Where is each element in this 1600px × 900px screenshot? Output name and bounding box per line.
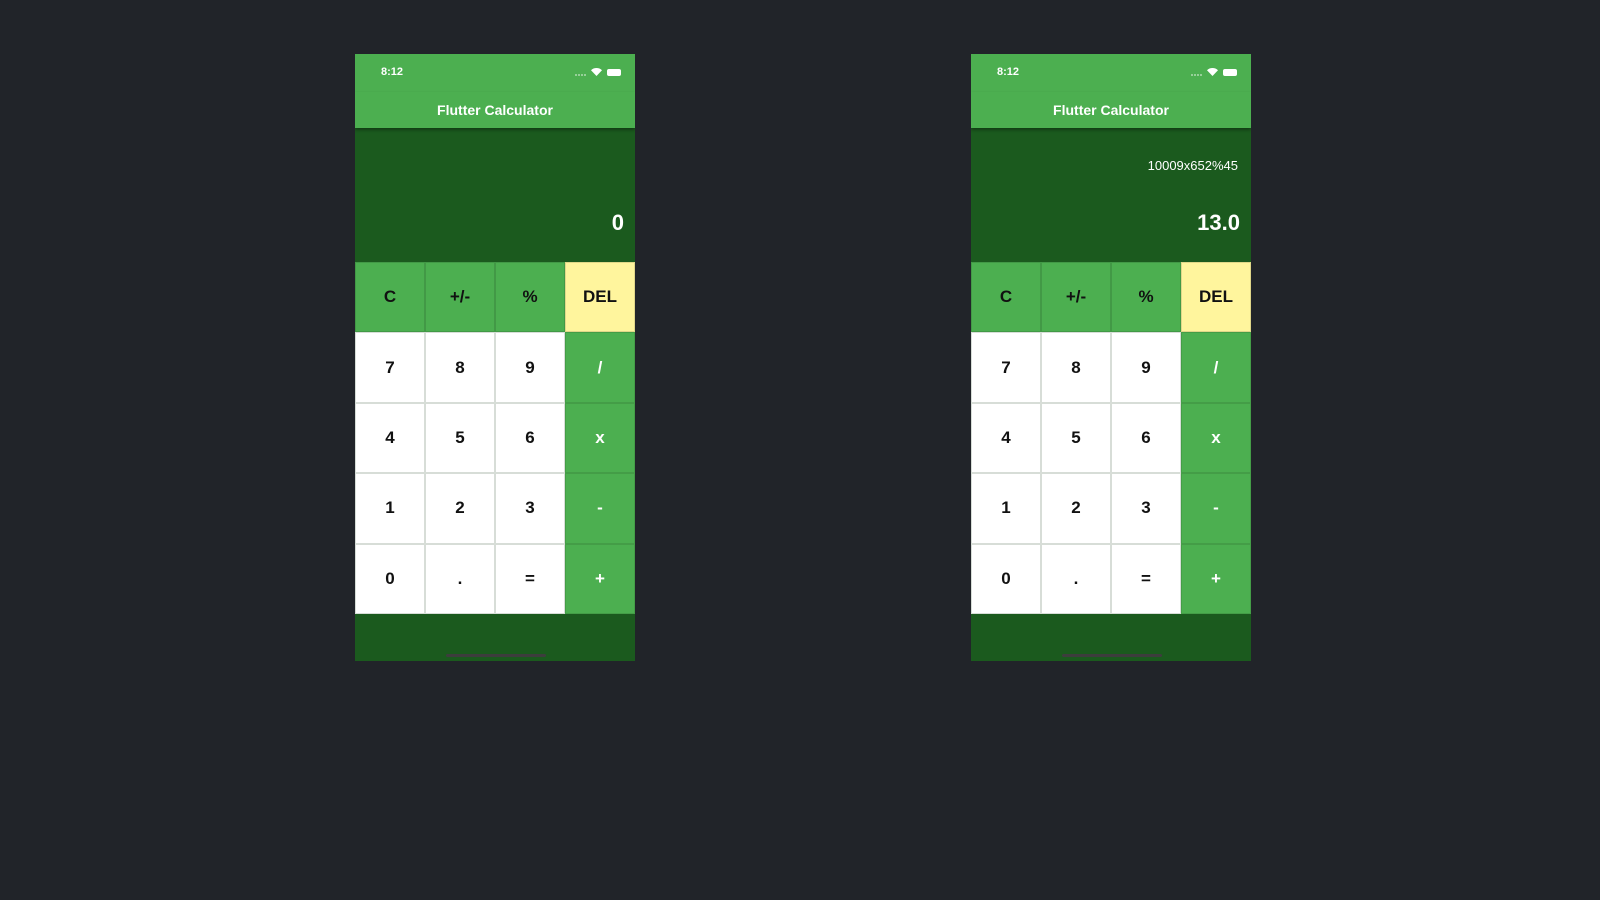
- decimal-button[interactable]: .: [425, 543, 495, 614]
- digit-7-button[interactable]: 7: [971, 332, 1041, 403]
- digit-9-button[interactable]: 9: [495, 332, 565, 403]
- digit-8-button[interactable]: 8: [425, 332, 495, 403]
- battery-icon: [1223, 68, 1237, 76]
- divide-button[interactable]: /: [1181, 332, 1251, 403]
- status-icons: [1191, 66, 1237, 78]
- delete-button[interactable]: DEL: [1181, 262, 1251, 333]
- toggle-sign-button[interactable]: +/-: [1041, 262, 1111, 333]
- digit-2-button[interactable]: 2: [425, 473, 495, 544]
- digit-1-button[interactable]: 1: [355, 473, 425, 544]
- wifi-icon: [591, 68, 602, 76]
- keypad: C +/- % DEL 7 8 9 / 4 5 6 x 1 2 3 - 0 . …: [971, 262, 1251, 614]
- digit-6-button[interactable]: 6: [495, 402, 565, 474]
- digit-7-button[interactable]: 7: [355, 332, 425, 403]
- digit-0-button[interactable]: 0: [971, 543, 1041, 614]
- status-bar: 8:12: [355, 54, 635, 92]
- signal-icon: [575, 68, 586, 76]
- subtract-button[interactable]: -: [1181, 473, 1251, 544]
- result-text: 13.0: [1197, 210, 1240, 235]
- clear-button[interactable]: C: [355, 262, 425, 333]
- add-button[interactable]: +: [1181, 543, 1251, 614]
- digit-2-button[interactable]: 2: [1041, 473, 1111, 544]
- app-bar-title: Flutter Calculator: [971, 92, 1251, 128]
- digit-0-button[interactable]: 0: [355, 543, 425, 614]
- digit-4-button[interactable]: 4: [971, 402, 1041, 474]
- battery-icon: [607, 68, 621, 76]
- wifi-icon: [1207, 68, 1218, 76]
- digit-5-button[interactable]: 5: [1041, 402, 1111, 474]
- add-button[interactable]: +: [565, 543, 635, 614]
- digit-6-button[interactable]: 6: [1111, 402, 1181, 474]
- clear-button[interactable]: C: [971, 262, 1041, 333]
- equals-button[interactable]: =: [1111, 543, 1181, 614]
- digit-5-button[interactable]: 5: [425, 402, 495, 474]
- percent-button[interactable]: %: [1111, 262, 1181, 333]
- bottom-area: [355, 614, 635, 661]
- result-text: 0: [611, 210, 624, 235]
- digit-4-button[interactable]: 4: [355, 402, 425, 474]
- status-time: 8:12: [997, 66, 1020, 78]
- digit-1-button[interactable]: 1: [971, 473, 1041, 544]
- app-bar-title: Flutter Calculator: [355, 92, 635, 128]
- delete-button[interactable]: DEL: [565, 262, 635, 333]
- multiply-button[interactable]: x: [565, 402, 635, 474]
- status-time: 8:12: [381, 66, 404, 78]
- multiply-button[interactable]: x: [1181, 402, 1251, 474]
- decimal-button[interactable]: .: [1041, 543, 1111, 614]
- digit-9-button[interactable]: 9: [1111, 332, 1181, 403]
- toggle-sign-button[interactable]: +/-: [425, 262, 495, 333]
- expression-text: 10009x652%45: [1147, 158, 1238, 173]
- subtract-button[interactable]: -: [565, 473, 635, 544]
- home-indicator[interactable]: [1062, 654, 1162, 657]
- status-icons: [575, 66, 621, 78]
- keypad: C +/- % DEL 7 8 9 / 4 5 6 x 1 2 3 - 0 . …: [355, 262, 635, 614]
- digit-3-button[interactable]: 3: [1111, 473, 1181, 544]
- home-indicator[interactable]: [446, 654, 546, 657]
- status-bar: 8:12: [971, 54, 1251, 92]
- percent-button[interactable]: %: [495, 262, 565, 333]
- signal-icon: [1191, 68, 1202, 76]
- bottom-area: [971, 614, 1251, 661]
- phone-screen-result: 8:12 Flutter Calculator 10009x652%45 13.…: [971, 54, 1251, 661]
- equals-button[interactable]: =: [495, 543, 565, 614]
- divide-button[interactable]: /: [565, 332, 635, 403]
- digit-3-button[interactable]: 3: [495, 473, 565, 544]
- phone-screen-initial: 8:12 Flutter Calculator 0 C +/- % DEL 7 …: [355, 54, 635, 661]
- digit-8-button[interactable]: 8: [1041, 332, 1111, 403]
